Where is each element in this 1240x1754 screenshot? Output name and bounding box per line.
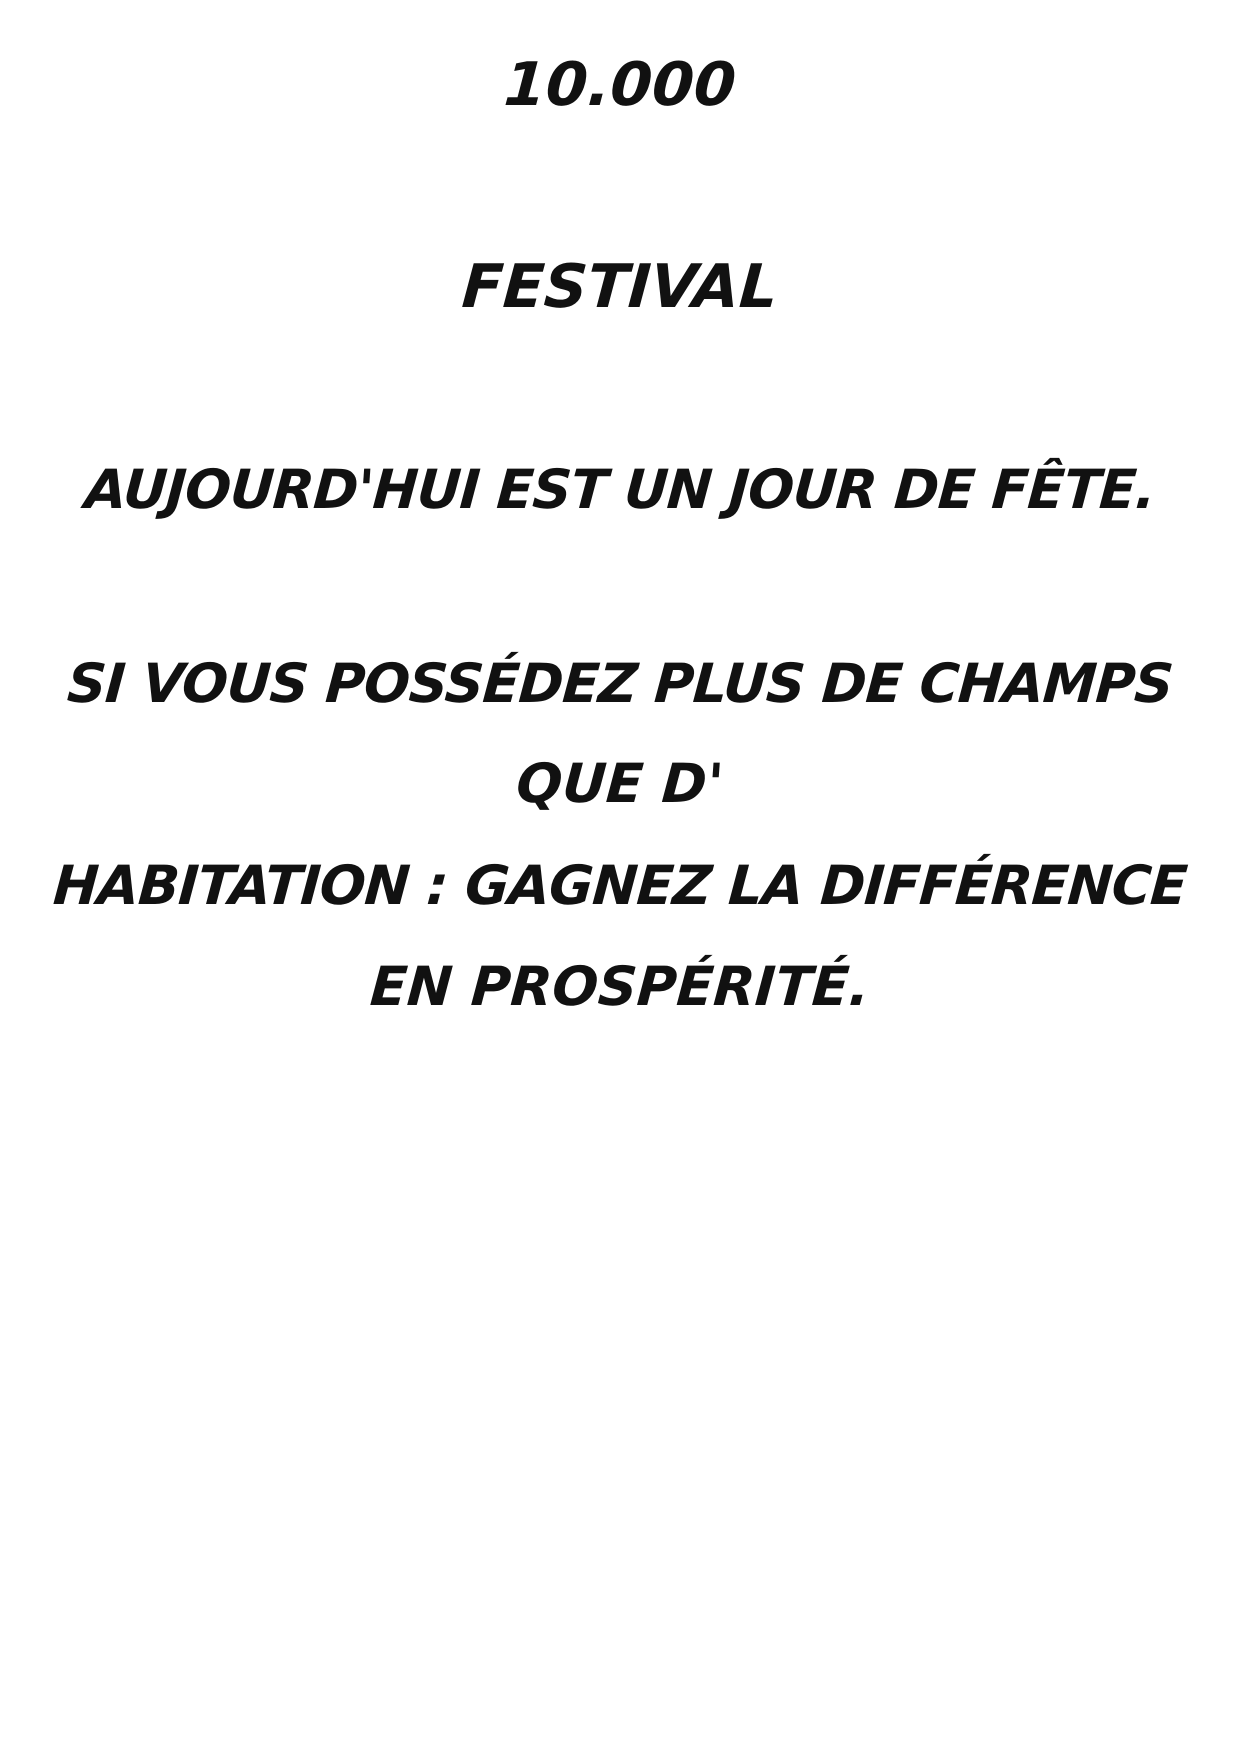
- card-title: FESTIVAL: [459, 252, 781, 322]
- card-number: 10.000: [501, 50, 739, 120]
- card-subtitle: AUJOURD'HUI EST UN JOUR DE FÊTE.: [82, 458, 1158, 521]
- description-line: SI VOUS POSSÉDEZ PLUS DE CHAMPS: [65, 652, 1175, 715]
- description-line: HABITATION : GAGNEZ LA DIFFÉRENCE: [51, 854, 1189, 917]
- description-line: EN PROSPÉRITÉ.: [368, 955, 872, 1018]
- description-line: QUE D': [514, 752, 726, 815]
